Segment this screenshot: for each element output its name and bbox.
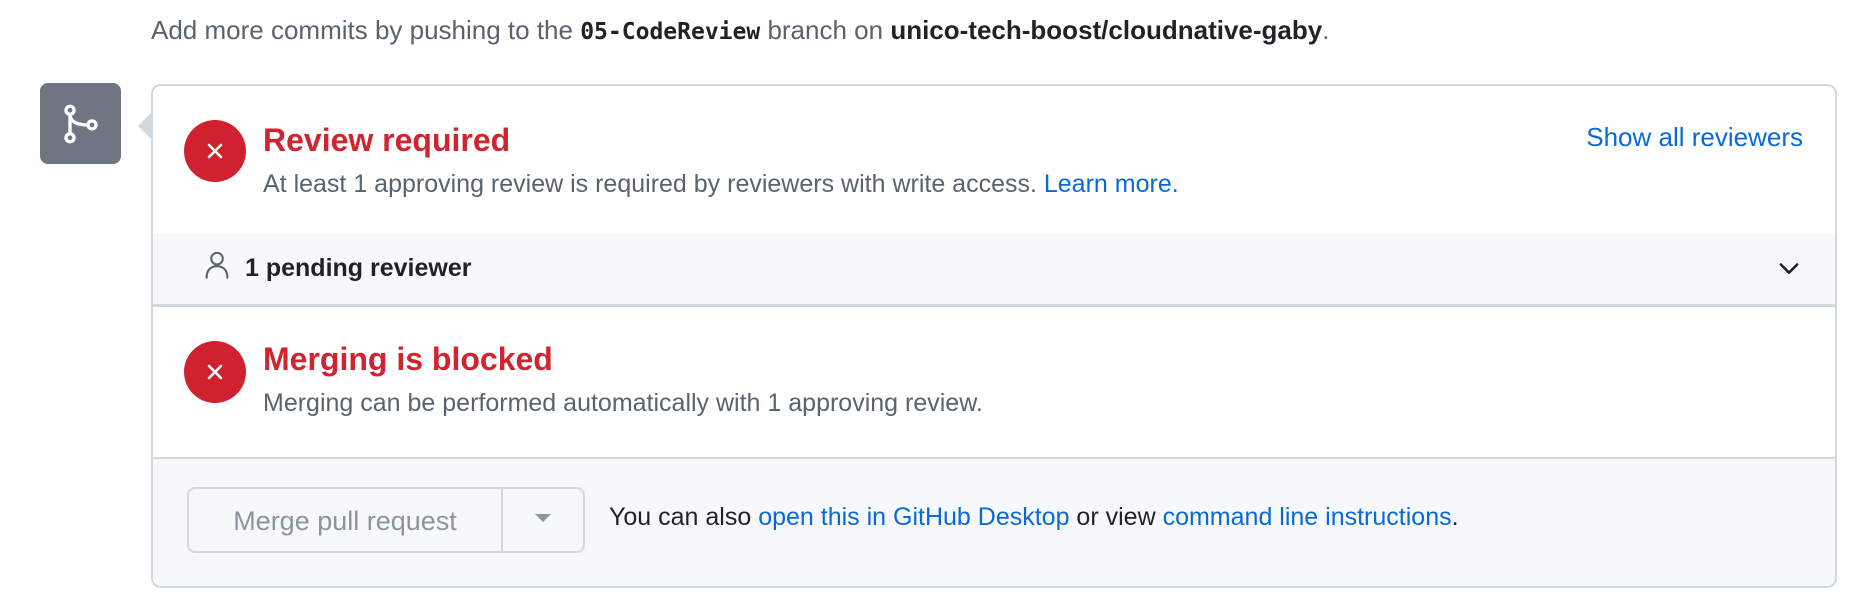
push-hint: Add more commits by pushing to the 05-Co…: [151, 10, 1329, 52]
repo-name: unico-tech-boost/cloudnative-gaby: [890, 15, 1323, 45]
command-line-instructions-link[interactable]: command line instructions: [1163, 503, 1452, 531]
merging-blocked-title: Merging is blocked: [263, 341, 553, 377]
review-required-title: Review required: [263, 122, 511, 158]
merge-method-dropdown[interactable]: [501, 489, 583, 551]
merge-alternatives-text: You can also open this in GitHub Desktop…: [609, 503, 1459, 532]
review-description-text: At least 1 approving review is required …: [263, 170, 1044, 198]
chevron-down-icon[interactable]: [1775, 254, 1803, 287]
hint-middle: branch on: [760, 15, 891, 45]
branch-name: 05-CodeReview: [580, 19, 761, 45]
merge-text-middle: or view: [1069, 503, 1163, 531]
merge-pull-request-button[interactable]: Merge pull request: [189, 489, 501, 551]
merging-blocked-description: Merging can be performed automatically w…: [263, 389, 983, 417]
merge-box: Review required At least 1 approving rev…: [151, 84, 1837, 588]
review-required-section: Review required At least 1 approving rev…: [153, 86, 1835, 234]
merging-blocked-section: Merging is blocked Merging can be perfor…: [153, 307, 1835, 459]
hint-prefix: Add more commits by pushing to the: [151, 15, 581, 45]
hint-suffix: .: [1322, 15, 1330, 45]
pending-reviewer-label: 1 pending reviewer: [245, 254, 472, 282]
review-required-description: At least 1 approving review is required …: [263, 170, 1179, 199]
github-desktop-link[interactable]: open this in GitHub Desktop: [758, 503, 1069, 531]
git-merge-icon: [40, 83, 121, 164]
timeline-caret: [138, 112, 152, 140]
pending-reviewers-row[interactable]: 1 pending reviewer: [153, 234, 1835, 307]
merge-actions-section: Merge pull request You can also open thi…: [153, 459, 1835, 586]
pending-reviewer-summary: 1 pending reviewer: [203, 250, 471, 287]
merge-text-suffix: .: [1451, 503, 1459, 531]
x-circle-icon: [184, 341, 246, 403]
person-icon: [203, 250, 231, 287]
show-all-reviewers-link[interactable]: Show all reviewers: [1586, 122, 1803, 153]
merge-text-prefix: You can also: [609, 503, 759, 531]
triangle-down-icon: [535, 511, 551, 529]
x-circle-icon: [184, 120, 246, 182]
learn-more-link[interactable]: Learn more.: [1044, 170, 1179, 198]
merge-button-group: Merge pull request: [187, 487, 585, 553]
